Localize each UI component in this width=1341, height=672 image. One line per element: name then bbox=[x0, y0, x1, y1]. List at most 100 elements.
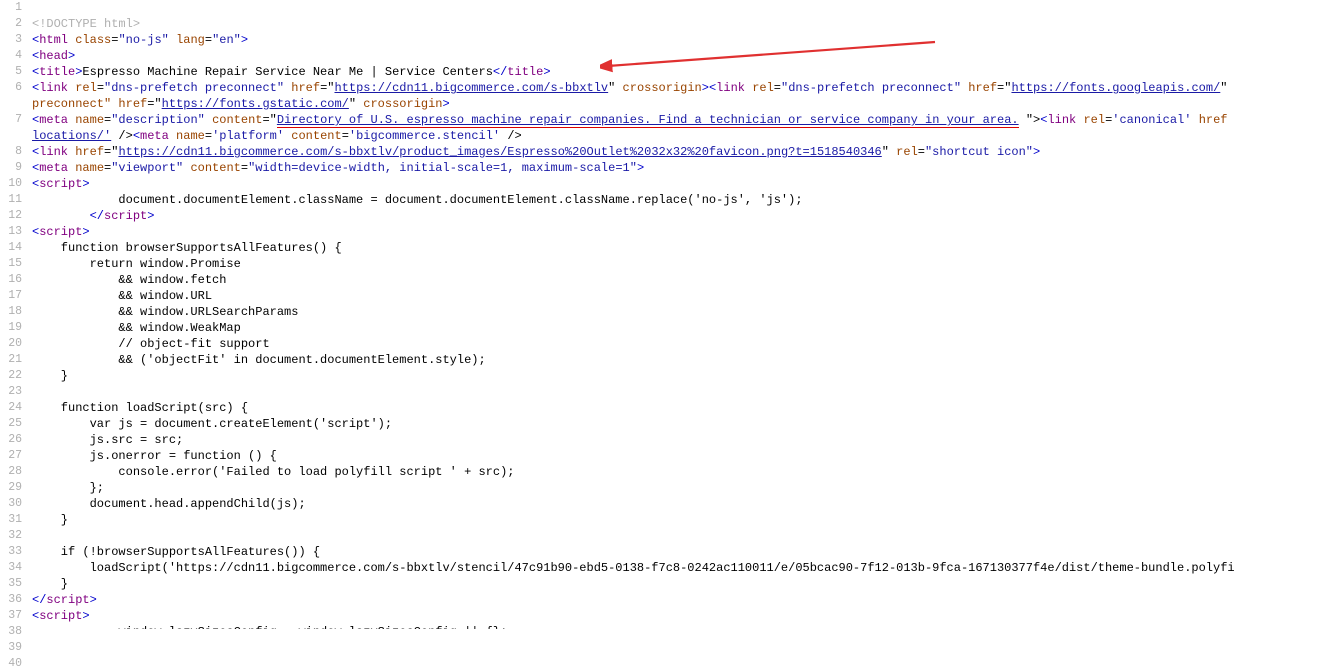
token-plain: && window.fetch bbox=[32, 273, 226, 287]
code-line[interactable]: <html class="no-js" lang="en"> bbox=[32, 32, 1341, 48]
token-plain: = bbox=[342, 129, 349, 143]
code-line[interactable]: js.src = src; bbox=[32, 432, 1341, 448]
code-line[interactable]: && window.URLSearchParams bbox=[32, 304, 1341, 320]
code-line[interactable]: // object-fit support bbox=[32, 336, 1341, 352]
token-plain: = bbox=[97, 81, 104, 95]
token-plain: } bbox=[32, 577, 68, 591]
line-number: 30 bbox=[0, 496, 22, 512]
line-number: 13 bbox=[0, 224, 22, 240]
line-number: 28 bbox=[0, 464, 22, 480]
token-plain: js.src = src; bbox=[32, 433, 183, 447]
token-attr: name bbox=[75, 113, 104, 127]
line-number: 16 bbox=[0, 272, 22, 288]
code-line[interactable] bbox=[32, 528, 1341, 544]
code-line[interactable]: var js = document.createElement('script'… bbox=[32, 416, 1341, 432]
code-line[interactable]: document.documentElement.className = doc… bbox=[32, 192, 1341, 208]
code-line[interactable]: loadScript('https://cdn11.bigcommerce.co… bbox=[32, 560, 1341, 576]
token-attr: rel bbox=[752, 81, 774, 95]
code-editor[interactable]: 1234567891011121314151617181920212223242… bbox=[0, 0, 1341, 629]
line-number: 11 bbox=[0, 192, 22, 208]
code-line[interactable]: } bbox=[32, 368, 1341, 384]
token-tag: html bbox=[39, 33, 68, 47]
token-plain bbox=[169, 33, 176, 47]
token-tag: head bbox=[39, 49, 68, 63]
token-attr: rel bbox=[896, 145, 918, 159]
token-plain: console.error('Failed to load polyfill s… bbox=[32, 465, 514, 479]
code-line[interactable]: <link href="https://cdn11.bigcommerce.co… bbox=[32, 144, 1341, 160]
line-number: 19 bbox=[0, 320, 22, 336]
code-line[interactable]: }; bbox=[32, 480, 1341, 496]
code-line[interactable]: locations/' /><meta name='platform' cont… bbox=[32, 128, 1341, 144]
line-number: 26 bbox=[0, 432, 22, 448]
line-number: 5 bbox=[0, 64, 22, 80]
line-number: 24 bbox=[0, 400, 22, 416]
code-line[interactable]: console.error('Failed to load polyfill s… bbox=[32, 464, 1341, 480]
token-plain: function loadScript(src) { bbox=[32, 401, 248, 415]
line-number: 2 bbox=[0, 16, 22, 32]
line-number: 27 bbox=[0, 448, 22, 464]
token-plain bbox=[1191, 113, 1198, 127]
code-line[interactable]: <title>Espresso Machine Repair Service N… bbox=[32, 64, 1341, 80]
token-bracket: > bbox=[443, 97, 450, 111]
token-txt: Espresso Machine Repair Service Near Me … bbox=[82, 65, 492, 79]
code-line[interactable]: document.head.appendChild(js); bbox=[32, 496, 1341, 512]
token-val: "viewport" bbox=[111, 161, 183, 175]
code-line[interactable] bbox=[32, 0, 1341, 16]
line-number: 34 bbox=[0, 560, 22, 576]
token-plain: = bbox=[205, 33, 212, 47]
code-line[interactable]: <meta name="viewport" content="width=dev… bbox=[32, 160, 1341, 176]
code-line[interactable] bbox=[32, 384, 1341, 400]
token-bracket: </ bbox=[90, 209, 104, 223]
code-line[interactable]: <!DOCTYPE html> bbox=[32, 16, 1341, 32]
line-number: 22 bbox=[0, 368, 22, 384]
token-tag: script bbox=[46, 593, 89, 607]
code-line[interactable]: && window.WeakMap bbox=[32, 320, 1341, 336]
token-plain: =" bbox=[997, 81, 1011, 95]
code-line[interactable]: return window.Promise bbox=[32, 256, 1341, 272]
code-line[interactable]: function browserSupportsAllFeatures() { bbox=[32, 240, 1341, 256]
token-val: 'canonical' bbox=[1112, 113, 1191, 127]
token-plain: = bbox=[205, 129, 212, 143]
code-line[interactable]: <meta name="description" content="Direct… bbox=[32, 112, 1341, 128]
code-line[interactable]: window.lazySizesConfig = window.lazySize… bbox=[32, 624, 1341, 629]
line-number: 8 bbox=[0, 144, 22, 160]
line-number: 6 bbox=[0, 80, 22, 96]
token-plain: /> bbox=[111, 129, 133, 143]
code-line[interactable]: function loadScript(src) { bbox=[32, 400, 1341, 416]
code-line[interactable]: <script> bbox=[32, 176, 1341, 192]
token-link: https://fonts.gstatic.com/ bbox=[162, 97, 349, 111]
code-line[interactable]: if (!browserSupportsAllFeatures()) { bbox=[32, 544, 1341, 560]
code-line[interactable]: preconnect" href="https://fonts.gstatic.… bbox=[32, 96, 1341, 112]
line-number: 31 bbox=[0, 512, 22, 528]
code-line[interactable]: } bbox=[32, 576, 1341, 592]
token-plain: if (!browserSupportsAllFeatures()) { bbox=[32, 545, 320, 559]
token-tag: meta bbox=[39, 161, 68, 175]
token-plain: " bbox=[608, 81, 622, 95]
token-bracket: > bbox=[637, 161, 644, 175]
token-attr: crossorigin bbox=[623, 81, 702, 95]
code-line[interactable]: } bbox=[32, 512, 1341, 528]
code-line[interactable]: <script> bbox=[32, 224, 1341, 240]
code-line[interactable]: </script> bbox=[32, 208, 1341, 224]
token-attr: href bbox=[75, 145, 104, 159]
code-line[interactable]: <head> bbox=[32, 48, 1341, 64]
code-area[interactable]: <!DOCTYPE html><html class="no-js" lang=… bbox=[28, 0, 1341, 629]
token-tag: title bbox=[507, 65, 543, 79]
line-number-gutter: 1234567891011121314151617181920212223242… bbox=[0, 0, 28, 629]
code-line[interactable]: && window.fetch bbox=[32, 272, 1341, 288]
line-number: 1 bbox=[0, 0, 22, 16]
code-line[interactable]: <script> bbox=[32, 608, 1341, 624]
token-tag: script bbox=[104, 209, 147, 223]
token-attr: content bbox=[212, 113, 262, 127]
token-plain: && ('objectFit' in document.documentElem… bbox=[32, 353, 486, 367]
code-line[interactable]: && ('objectFit' in document.documentElem… bbox=[32, 352, 1341, 368]
token-plain: return window.Promise bbox=[32, 257, 241, 271]
token-val: 'bigcommerce.stencil' bbox=[349, 129, 500, 143]
token-link: https://fonts.googleapis.com/ bbox=[1011, 81, 1220, 95]
token-plain: = bbox=[918, 145, 925, 159]
code-line[interactable]: <link rel="dns-prefetch preconnect" href… bbox=[32, 80, 1341, 96]
token-plain: js.onerror = function () { bbox=[32, 449, 277, 463]
code-line[interactable]: js.onerror = function () { bbox=[32, 448, 1341, 464]
code-line[interactable]: </script> bbox=[32, 592, 1341, 608]
code-line[interactable]: && window.URL bbox=[32, 288, 1341, 304]
